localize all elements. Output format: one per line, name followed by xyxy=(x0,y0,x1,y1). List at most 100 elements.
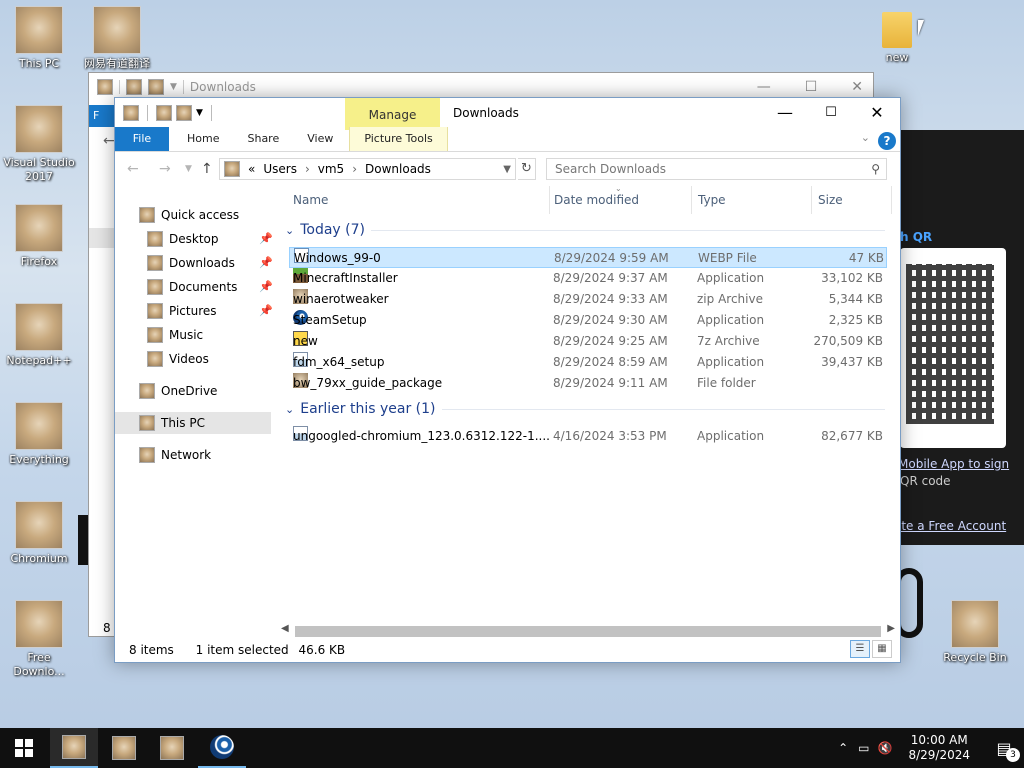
mobile-app-link[interactable]: Mobile App to sign xyxy=(898,457,1009,471)
nav-onedrive[interactable]: OneDrive xyxy=(139,380,217,402)
file-size: 2,325 KB xyxy=(828,313,883,327)
nav-downloads[interactable]: Downloads 📌 xyxy=(147,252,277,274)
taskbar-app-3[interactable] xyxy=(148,728,196,768)
explorer-window[interactable]: ▼ Manage Downloads — ☐ ✕ File Home Share… xyxy=(114,97,901,663)
address-bar[interactable]: « Users › vm5 › Downloads ▼ xyxy=(219,158,516,180)
scroll-left-icon[interactable]: ◀ xyxy=(281,623,289,634)
system-tray: ⌃ ▭ 🔇 10:00 AM 8/29/2024 ▤ 3 xyxy=(838,728,1020,768)
help-button[interactable]: ? xyxy=(878,132,896,150)
search-input[interactable]: Search Downloads ⚲ xyxy=(546,158,887,180)
minimize-button[interactable]: — xyxy=(762,98,808,128)
file-row[interactable]: Windows_99-0 8/29/2024 9:59 AM WEBP File 47… xyxy=(289,247,887,268)
file-row[interactable]: bw_79xx_guide_package 8/29/2024 9:11 AM Fi… xyxy=(289,373,887,394)
breadcrumb-downloads[interactable]: Downloads xyxy=(365,162,431,176)
cat-icon xyxy=(126,79,142,95)
expand-ribbon-icon[interactable]: ⌄ xyxy=(861,131,870,144)
nav-network[interactable]: Network xyxy=(139,444,211,466)
column-header-name[interactable]: Name xyxy=(293,193,328,207)
back-arrow-icon: ← xyxy=(103,133,115,149)
nav-videos[interactable]: Videos xyxy=(147,348,209,370)
nav-desktop[interactable]: Desktop 📌 xyxy=(147,228,277,250)
file-name: fdm_x64_setup xyxy=(293,355,385,369)
desktop-icon-new-folder[interactable]: new xyxy=(858,12,936,65)
volume-muted-icon[interactable]: 🔇 xyxy=(878,741,893,755)
desktop-icon-youdao[interactable]: 网易有道翻译 xyxy=(78,6,156,71)
taskbar-app-2[interactable] xyxy=(100,728,148,768)
cat-icon xyxy=(112,736,136,760)
nav-quick-access[interactable]: Quick access xyxy=(139,204,239,226)
large-icons-view-button[interactable]: ▦ xyxy=(872,640,892,658)
documents-folder-icon xyxy=(147,279,163,295)
file-row[interactable]: new 8/29/2024 9:25 AM 7z Archive 270,509 KB xyxy=(289,331,887,352)
file-date: 8/29/2024 8:59 AM xyxy=(553,355,668,369)
desktop-icon-visual-studio[interactable]: Visual Studio 2017 xyxy=(0,105,78,184)
chevron-down-icon[interactable]: ▼ xyxy=(196,108,203,118)
pin-icon: 📌 xyxy=(259,280,273,293)
file-type: WEBP File xyxy=(698,251,757,265)
file-row[interactable]: winaerotweaker 8/29/2024 9:33 AM zip Archi… xyxy=(289,289,887,310)
cat-icon xyxy=(15,402,63,450)
tab-share[interactable]: Share xyxy=(233,127,293,151)
new-folder-icon[interactable] xyxy=(176,105,192,121)
file-type: Application xyxy=(697,355,765,369)
desktop-icon-everything[interactable]: Everything xyxy=(0,402,78,467)
desktop-icon-free-download-manager[interactable]: Free Downlo... xyxy=(0,600,78,679)
desktop-icon-notepadpp[interactable]: Notepad++ xyxy=(0,303,78,368)
breadcrumb-overflow[interactable]: « xyxy=(248,162,255,176)
create-account-link[interactable]: ate a Free Account xyxy=(894,519,1006,533)
horizontal-scrollbar[interactable]: ◀ ▶ xyxy=(281,623,895,638)
file-size: 33,102 KB xyxy=(821,271,883,285)
close-icon[interactable]: ✕ xyxy=(851,79,863,95)
tab-view[interactable]: View xyxy=(293,127,347,151)
tab-home[interactable]: Home xyxy=(173,127,233,151)
network-icon[interactable]: ▭ xyxy=(858,741,869,755)
file-row[interactable]: ungoogled-chromium_123.0.6312.122-1.... 4… xyxy=(289,426,887,447)
window-title: Downloads xyxy=(189,80,256,94)
file-row[interactable]: SteamSetup 8/29/2024 9:30 AM Application 2,… xyxy=(289,310,887,331)
chevron-down-icon[interactable]: ▼ xyxy=(503,164,515,175)
group-header-earlier[interactable]: ⌄ Earlier this year (1) xyxy=(285,401,885,417)
breadcrumb-users[interactable]: Users xyxy=(263,162,297,176)
file-row[interactable]: MinecraftInstaller 8/29/2024 9:37 AM Appli… xyxy=(289,268,887,289)
nav-this-pc[interactable]: This PC xyxy=(115,412,271,434)
pin-icon: 📌 xyxy=(259,232,273,245)
tab-picture-tools[interactable]: Picture Tools xyxy=(349,127,448,151)
minimize-icon[interactable]: — xyxy=(757,79,771,95)
column-header-date[interactable]: Date modified xyxy=(554,193,639,207)
back-button[interactable]: ← xyxy=(127,161,139,177)
taskbar-steam[interactable] xyxy=(198,728,246,768)
taskbar-file-explorer[interactable] xyxy=(50,728,98,768)
up-button[interactable]: ↑ xyxy=(201,161,213,177)
breadcrumb-vm5[interactable]: vm5 xyxy=(318,162,344,176)
forward-button[interactable]: → xyxy=(159,161,171,177)
desktop-icon-chromium[interactable]: Chromium xyxy=(0,501,78,566)
clock[interactable]: 10:00 AM 8/29/2024 xyxy=(908,733,970,763)
maximize-button[interactable]: ☐ xyxy=(808,98,854,128)
cat-icon xyxy=(15,204,63,252)
close-button[interactable]: ✕ xyxy=(854,98,900,128)
group-header-today[interactable]: ⌄ Today (7) xyxy=(285,222,885,238)
tab-file[interactable]: File xyxy=(115,127,169,151)
desktop-icon-label: Chromium xyxy=(10,552,68,565)
chevron-up-icon[interactable]: ⌃ xyxy=(838,741,848,755)
action-center-button[interactable]: ▤ 3 xyxy=(992,739,1020,762)
videos-folder-icon xyxy=(147,351,163,367)
desktop-icon-firefox[interactable]: Firefox xyxy=(0,204,78,269)
scrollbar-thumb[interactable] xyxy=(295,626,881,637)
maximize-icon[interactable]: ☐ xyxy=(805,79,818,95)
nav-music[interactable]: Music xyxy=(147,324,203,346)
column-header-size[interactable]: Size xyxy=(818,193,843,207)
desktop-icon-recycle-bin[interactable]: Recycle Bin xyxy=(936,600,1014,665)
recent-locations-icon[interactable]: ▼ xyxy=(185,164,192,174)
nav-pictures[interactable]: Pictures 📌 xyxy=(147,300,277,322)
refresh-button[interactable]: ↻ xyxy=(518,158,536,180)
column-header-type[interactable]: Type xyxy=(698,193,726,207)
cat-icon xyxy=(97,79,113,95)
nav-documents[interactable]: Documents 📌 xyxy=(147,276,277,298)
scroll-right-icon[interactable]: ▶ xyxy=(887,623,895,634)
details-view-button[interactable]: ☰ xyxy=(850,640,870,658)
file-row[interactable]: fdm_x64_setup 8/29/2024 8:59 AM Applicatio… xyxy=(289,352,887,373)
start-button[interactable] xyxy=(0,728,48,768)
properties-icon[interactable] xyxy=(156,105,172,121)
desktop-icon-this-pc[interactable]: This PC xyxy=(0,6,78,71)
